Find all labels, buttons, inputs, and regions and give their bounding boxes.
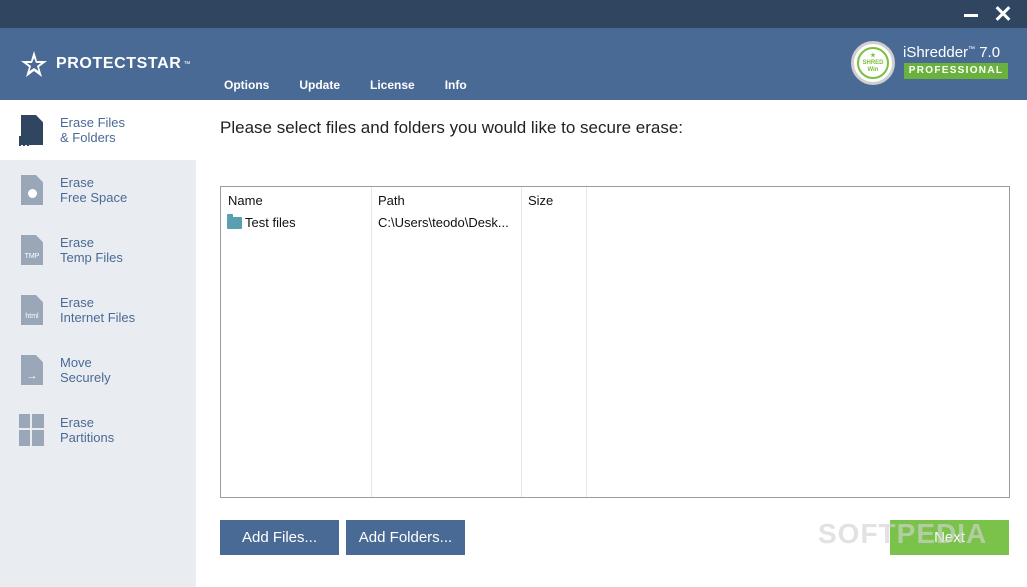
column-header-size[interactable]: Size: [528, 193, 553, 208]
softpedia-watermark: SOFTPEDIA: [818, 518, 988, 549]
shred-badge-icon: ★ SHRED Win: [851, 41, 895, 85]
partitions-icon: [19, 414, 45, 446]
menu-license[interactable]: License: [370, 78, 415, 92]
star-logo-icon: [21, 51, 47, 77]
add-folders-button[interactable]: Add Folders...: [346, 520, 465, 555]
sidebar-item-label: Erase Free Space: [60, 175, 128, 205]
product-trademark: ™: [968, 46, 976, 53]
close-icon[interactable]: [993, 4, 1013, 24]
sidebar-item-label: Erase Internet Files: [60, 295, 136, 325]
name-column: Name Test files: [221, 187, 372, 497]
column-header-path[interactable]: Path: [378, 193, 405, 208]
sidebar-item-label: Erase Temp Files: [60, 235, 123, 265]
internet-files-icon: html: [19, 294, 45, 326]
product-version: 7.0: [979, 44, 1001, 61]
sidebar-item-label: Erase Files & Folders: [60, 115, 126, 145]
sidebar-item-move-securely[interactable]: → Move Securely: [0, 340, 196, 400]
sidebar-item-erase-files[interactable]: Erase Files & Folders: [0, 100, 196, 160]
brand-name: PROTECTSTAR: [56, 55, 182, 72]
app-header: PROTECTSTAR ™ Options Update License Inf…: [0, 28, 1027, 100]
add-files-button[interactable]: Add Files...: [220, 520, 339, 555]
badge-star-icon: ★: [870, 52, 876, 59]
badge-line1: SHRED: [862, 59, 884, 66]
table-row-path[interactable]: C:\Users\teodo\Desk...: [378, 215, 518, 230]
minimize-icon[interactable]: [961, 4, 981, 24]
edition-badge: PROFESSIONAL: [904, 63, 1008, 79]
table-row-name[interactable]: Test files: [245, 215, 370, 230]
menu-info[interactable]: Info: [445, 78, 467, 92]
move-securely-icon: →: [19, 354, 45, 386]
shred-badge-seal: ★ SHRED Win: [857, 47, 889, 79]
sidebar-item-free-space[interactable]: Erase Free Space: [0, 160, 196, 220]
menu-update[interactable]: Update: [299, 78, 340, 92]
sidebar-item-internet-files[interactable]: html Erase Internet Files: [0, 280, 196, 340]
erase-files-icon: [19, 114, 45, 146]
temp-files-icon: TMP: [19, 234, 45, 266]
brand-trademark: ™: [183, 60, 191, 68]
column-header-name[interactable]: Name: [228, 193, 263, 208]
menu-options[interactable]: Options: [224, 78, 269, 92]
page-title: Please select files and folders you woul…: [220, 118, 684, 137]
path-column: Path C:\Users\teodo\Desk...: [372, 187, 522, 497]
size-column: Size: [522, 187, 587, 497]
product-name: iShredder: [903, 44, 969, 61]
sidebar-item-temp-files[interactable]: TMP Erase Temp Files: [0, 220, 196, 280]
sidebar-item-partitions[interactable]: Erase Partitions: [0, 400, 196, 460]
title-bar: [0, 0, 1027, 28]
folder-icon: [227, 214, 242, 229]
file-list-table[interactable]: Name Test files Path C:\Users\teodo\Desk…: [220, 186, 1010, 498]
main-menu: Options Update License Info: [224, 78, 497, 92]
badge-line2: Win: [867, 66, 879, 73]
protectstar-logo: PROTECTSTAR ™: [20, 50, 190, 78]
sidebar-item-label: Move Securely: [60, 355, 111, 385]
free-space-icon: [19, 174, 45, 206]
sidebar-item-label: Erase Partitions: [60, 415, 115, 445]
product-title: iShredder™ 7.0: [903, 44, 1000, 61]
sidebar: Erase Files & Folders Erase Free Space TMP…: [0, 100, 196, 587]
